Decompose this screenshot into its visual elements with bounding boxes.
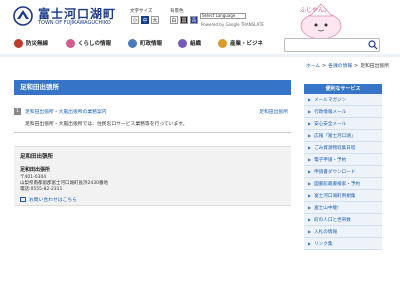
bg-color-label: 背景色 xyxy=(170,9,184,14)
font-size-small-button[interactable]: 小 xyxy=(131,16,139,24)
nav-label: 産業・ビジネ xyxy=(230,41,264,47)
arrow-right-icon: ▶ xyxy=(308,217,312,222)
list-item-description: 足和田出張所・大嵐出張所では、住民窓口サービス業務等を行っています。 xyxy=(25,122,188,127)
font-size-medium-button[interactable]: 中 xyxy=(141,16,149,24)
arrow-right-icon: ▶ xyxy=(308,145,312,150)
nav-item-living[interactable]: くらしの情報 xyxy=(66,36,111,50)
arrow-right-icon: ▶ xyxy=(308,169,312,174)
sidebar-item-label: 広報「富士河口湖」 xyxy=(314,134,356,139)
breadcrumb-home[interactable]: ホーム xyxy=(306,64,320,69)
sidebar-item-regulations[interactable]: ▶ 富士河口湖町例規集 xyxy=(304,190,382,202)
nav-item-town-admin[interactable]: 町政情報 xyxy=(128,36,162,50)
sidebar-item-label: メールマガジン xyxy=(314,98,347,103)
sidebar-item-safety-mail[interactable]: ▶ 安心安全メール xyxy=(304,118,382,130)
bg-blue-button[interactable]: 青 xyxy=(190,16,198,24)
townhall-icon xyxy=(128,38,137,48)
translate-credit: Powered by Google TRANSLATE xyxy=(201,22,264,27)
town-emblem-icon[interactable] xyxy=(13,6,33,26)
contact-name: 足和田出張所 xyxy=(20,167,51,173)
breadcrumb-level1[interactable]: 各課の情報 xyxy=(328,64,352,69)
sidebar-item-label: 図書館蔵書検索・予約 xyxy=(314,182,361,187)
arrow-right-icon: ▶ xyxy=(308,193,312,198)
nav-label: 組織 xyxy=(190,41,202,47)
content-divider xyxy=(14,132,291,133)
arrow-right-icon: ▶ xyxy=(308,205,312,210)
breadcrumb: ホーム > 各課の情報 > 足和田出張所 xyxy=(306,62,389,69)
sidebar-item-label: 申請書ダウンロード xyxy=(314,170,356,175)
mascot-image: ふじやん。 xyxy=(300,3,342,40)
nav-divider xyxy=(0,54,400,57)
contact-phone: 電話:0555-82-2311 xyxy=(20,187,63,192)
contact-box: 足和田出張所 足和田出張所 〒401-0304 山梨県南都留郡富士河口湖町長浜2… xyxy=(14,146,291,206)
breadcrumb-separator: > xyxy=(322,64,327,69)
sidebar-item-bidding[interactable]: ▶ 入札の情報 xyxy=(304,226,382,238)
font-size-label: 文字サイズ xyxy=(130,9,153,14)
sidebar-item-garbage-schedule[interactable]: ▶ ごみ資源物収集日程 xyxy=(304,142,382,154)
bg-white-button[interactable]: 白 xyxy=(170,16,178,24)
nav-label: くらしの情報 xyxy=(78,41,112,47)
global-nav: 防災無線 くらしの情報 町政情報 組織 産業・ビジネ xyxy=(0,36,282,50)
breadcrumb-current: 足和田出張所 xyxy=(360,64,389,69)
language-select[interactable]: Select Language xyxy=(200,13,246,19)
arrow-right-icon: ▶ xyxy=(308,133,312,138)
sidebar-item-form-download[interactable]: ▶ 申請書ダウンロード xyxy=(304,166,382,178)
contact-heading: 足和田出張所 xyxy=(20,154,54,160)
sidebar-item-label: 行政情報メール xyxy=(314,110,347,115)
breadcrumb-separator: > xyxy=(354,64,359,69)
nav-label: 町政情報 xyxy=(140,41,163,47)
arrow-right-icon: ▶ xyxy=(308,157,312,162)
sidebar-item-fuji-live[interactable]: ▶ 富士山中継! xyxy=(304,202,382,214)
sidebar-item-links[interactable]: ▶ リンク集 xyxy=(304,238,382,250)
mascot-label: ふじやん。 xyxy=(300,6,330,14)
sidebar-item-label: 電子申請・予約 xyxy=(314,158,347,163)
list-item-number: 1 xyxy=(14,108,21,115)
page-title: 足和田出張所 xyxy=(14,80,291,95)
sidebar-item-label: 町の人口と世帯数 xyxy=(314,218,351,223)
sidebar-item-mail-magazine[interactable]: ▶ メールマガジン xyxy=(304,94,382,106)
sidebar-item-label: リンク集 xyxy=(314,242,333,247)
sidebar-item-bulletin[interactable]: ▶ 広報「富士河口湖」 xyxy=(304,130,382,142)
sidebar-services: 便利なサービス ▶ メールマガジン ▶ 行政情報メール ▶ 安心安全メール ▶ 広報「富… xyxy=(304,84,382,250)
site-header: 富士河口湖町 TOWN OF FUJIKAWAGUCHIKO 文字サイズ 小 中… xyxy=(0,0,400,40)
sidebar-item-label: 富士山中継! xyxy=(314,206,339,211)
arrow-right-icon: ▶ xyxy=(308,109,312,114)
nav-item-industry[interactable]: 産業・ビジネ xyxy=(218,36,263,50)
contact-inquiry-link[interactable]: お問い合わせはこちら xyxy=(20,196,285,203)
bg-black-button[interactable]: 黒 xyxy=(180,16,188,24)
industry-icon xyxy=(218,38,227,48)
sidebar-item-label: 入札の情報 xyxy=(314,230,338,235)
list-item-department[interactable]: 足和田出張所 xyxy=(259,108,288,115)
arrow-right-icon: ▶ xyxy=(308,181,312,186)
font-size-large-button[interactable]: 大 xyxy=(151,16,159,24)
sidebar-item-e-application[interactable]: ▶ 電子申請・予約 xyxy=(304,154,382,166)
people-icon xyxy=(178,38,187,48)
site-search-input[interactable] xyxy=(284,38,380,52)
sidebar-item-label: 富士河口湖町例規集 xyxy=(314,194,356,199)
nav-item-disaster-radio[interactable]: 防災無線 xyxy=(14,36,48,50)
nav-item-organization[interactable]: 組織 xyxy=(178,36,201,50)
search-icon[interactable] xyxy=(368,40,378,50)
arrow-right-icon: ▶ xyxy=(308,121,312,126)
arrow-right-icon: ▶ xyxy=(308,229,312,234)
radio-icon xyxy=(14,38,23,48)
sidebar-item-label: 安心安全メール xyxy=(314,122,347,127)
house-icon xyxy=(66,38,75,48)
arrow-right-icon: ▶ xyxy=(308,97,312,102)
sidebar-item-label: ごみ資源物収集日程 xyxy=(314,146,356,151)
contact-inquiry-label: お問い合わせはこちら xyxy=(29,198,77,203)
arrow-right-icon: ▶ xyxy=(308,241,312,246)
nav-label: 防災無線 xyxy=(26,41,49,47)
sidebar-item-population[interactable]: ▶ 町の人口と世帯数 xyxy=(304,214,382,226)
mail-icon xyxy=(20,197,26,202)
sidebar-heading: 便利なサービス xyxy=(304,84,382,94)
list-item-link[interactable]: 足和田出張所・大嵐出張所の業務案内 xyxy=(25,108,107,115)
sidebar-item-library-search[interactable]: ▶ 図書館蔵書検索・予約 xyxy=(304,178,382,190)
site-logo-subtitle: TOWN OF FUJIKAWAGUCHIKO xyxy=(38,20,111,26)
sidebar-item-admin-mail[interactable]: ▶ 行政情報メール xyxy=(304,106,382,118)
